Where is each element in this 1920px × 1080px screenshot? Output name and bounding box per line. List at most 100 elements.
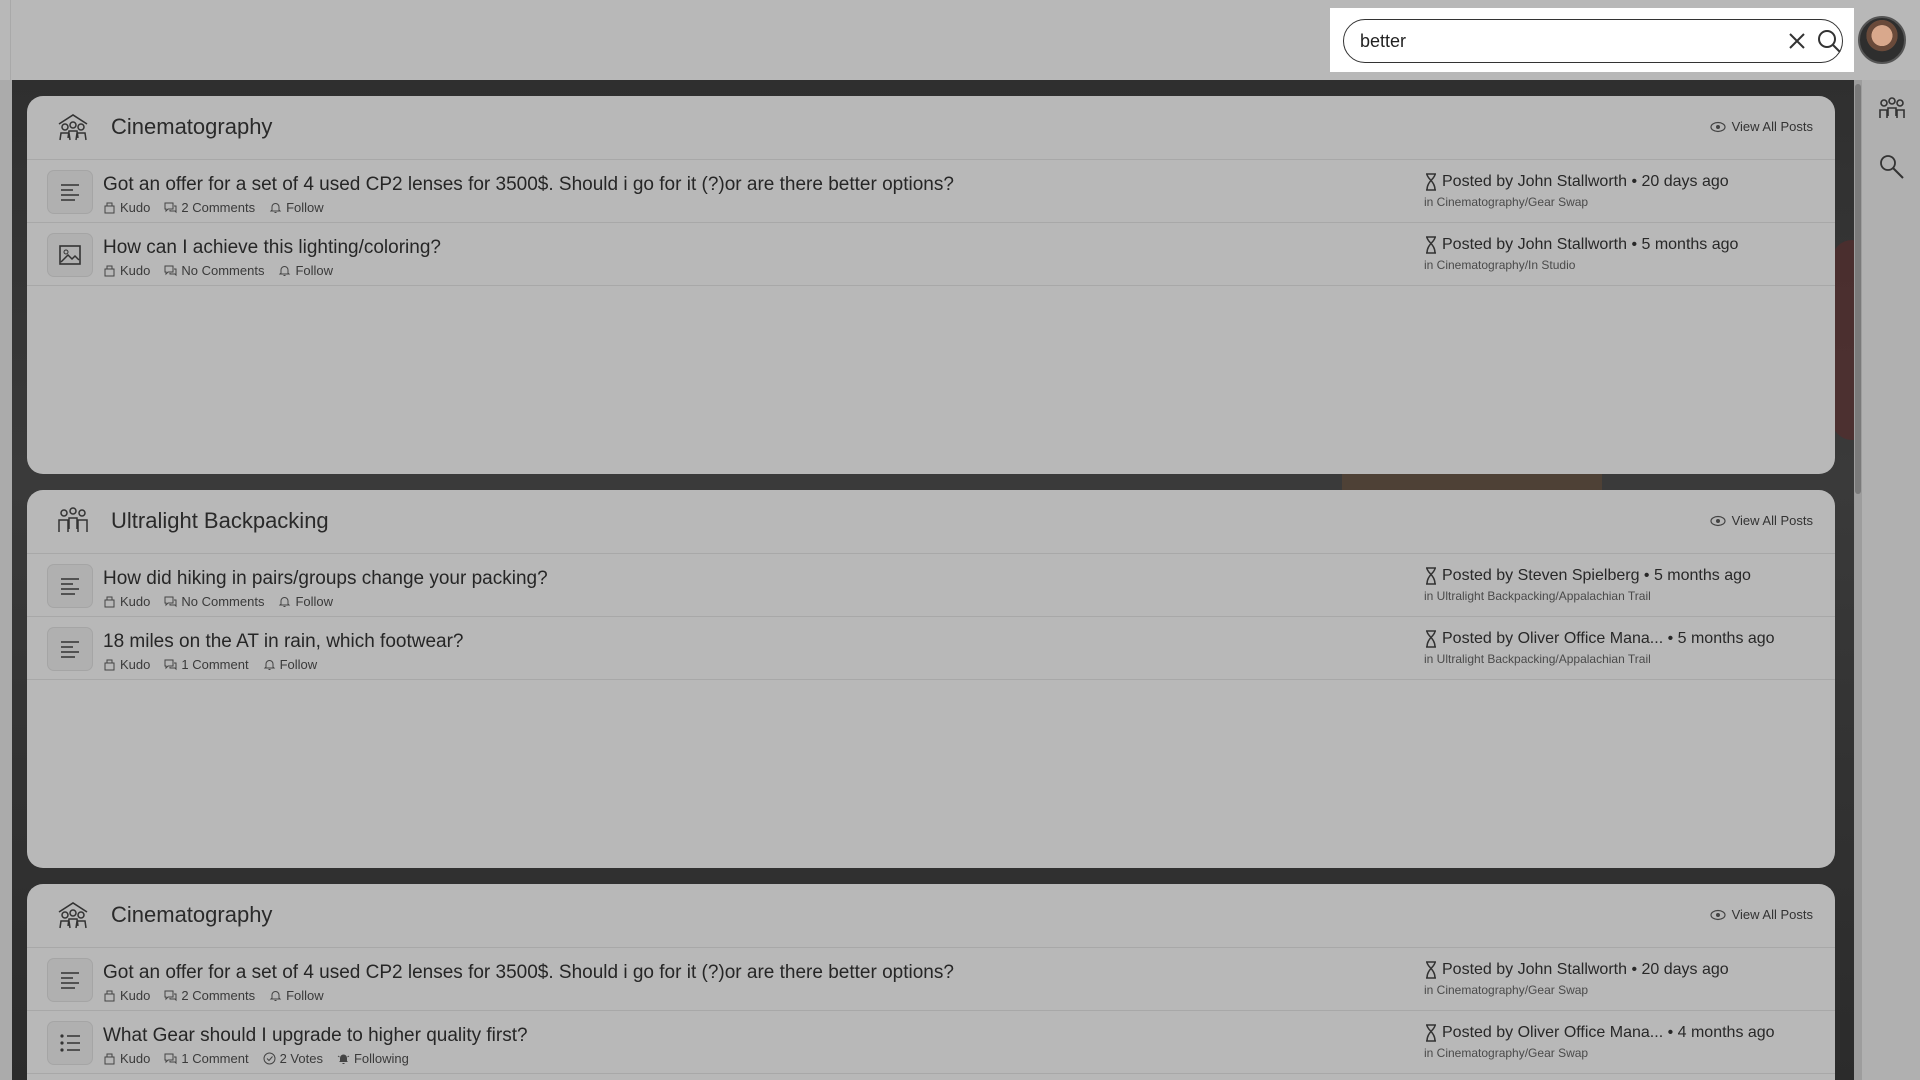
post-type-badge [48, 565, 92, 607]
byline-text: Posted by John Stallworth • 20 days ago [1442, 961, 1729, 978]
post-actions: Kudo No Comments Follow [103, 263, 333, 278]
community-card: Ultralight Backpacking View All Posts Ho… [27, 490, 1835, 868]
card-title[interactable]: Cinematography [111, 902, 272, 928]
post-type-badge [48, 171, 92, 213]
hourglass-icon [1426, 1024, 1436, 1042]
comments-label: 1 Comment [181, 657, 249, 672]
eye-icon [1709, 515, 1726, 526]
eye-icon [1709, 909, 1726, 920]
post-title[interactable]: How did hiking in pairs/groups change yo… [103, 568, 548, 590]
avatar[interactable] [1858, 16, 1906, 64]
kudo-button[interactable]: Kudo [103, 263, 150, 278]
post-type-badge [48, 959, 92, 1001]
follow-button[interactable]: Follow [269, 200, 324, 215]
post-title[interactable]: Got an offer for a set of 4 used CP2 len… [103, 962, 954, 984]
close-icon[interactable] [1786, 30, 1808, 52]
groups-icon[interactable] [1877, 96, 1907, 126]
post-byline: Posted by John Stallworth • 5 months ago [1424, 236, 1738, 254]
post-row[interactable]: What Gear should I upgrade to higher qua… [27, 1011, 1835, 1074]
post-location[interactable]: in Ultralight Backpacking/Appalachian Tr… [1424, 652, 1651, 666]
following-button[interactable]: Following [337, 1051, 409, 1066]
byline-text: Posted by John Stallworth • 5 months ago [1442, 236, 1739, 253]
comments-button[interactable]: 2 Comments [164, 200, 255, 215]
bell-filled-icon [337, 1054, 350, 1064]
text-post-icon [61, 184, 79, 201]
comments-label: 2 Comments [181, 988, 256, 1003]
card-header: Cinematography View All Posts [27, 96, 1835, 160]
post-title[interactable]: Got an offer for a set of 4 used CP2 len… [103, 174, 954, 196]
card-header: Ultralight Backpacking View All Posts [27, 490, 1835, 554]
search-input[interactable] [1360, 28, 1760, 54]
community-icon [58, 114, 88, 141]
post-title[interactable]: How can I achieve this lighting/coloring… [103, 237, 441, 259]
list-post-icon [60, 1034, 80, 1052]
search-panel [1330, 8, 1854, 72]
post-row[interactable]: Got an offer for a set of 4 used CP2 len… [27, 160, 1835, 223]
post-row[interactable]: Got an offer for a set of 4 used CP2 len… [27, 948, 1835, 1011]
votes-button[interactable]: 2 Votes [263, 1051, 323, 1066]
comments-button[interactable]: No Comments [164, 594, 264, 609]
view-all-posts-link[interactable]: View All Posts [1709, 119, 1813, 134]
kudo-label: Kudo [120, 200, 151, 215]
card-header: Cinematography View All Posts [27, 884, 1835, 948]
post-row[interactable]: How can I achieve this lighting/coloring… [27, 223, 1835, 286]
comments-label: 1 Comment [181, 1051, 249, 1066]
post-row[interactable]: 18 miles on the AT in rain, which footwe… [27, 617, 1835, 680]
eye-icon [1709, 121, 1726, 132]
bell-icon [269, 991, 282, 1001]
byline-text: Posted by John Stallworth • 20 days ago [1442, 173, 1729, 190]
comments-button[interactable]: 1 Comment [164, 657, 249, 672]
scrollbar-thumb[interactable] [1855, 84, 1861, 494]
post-byline: Posted by John Stallworth • 20 days ago [1424, 961, 1729, 979]
right-rail [1862, 80, 1920, 1080]
comments-label: 2 Comments [181, 200, 256, 215]
bell-icon [279, 597, 291, 607]
kudo-label: Kudo [120, 263, 151, 278]
kudo-button[interactable]: Kudo [103, 988, 150, 1003]
comment-icon [164, 1053, 177, 1065]
search-icon[interactable] [1816, 28, 1842, 54]
view-all-posts-link[interactable]: View All Posts [1709, 907, 1813, 922]
follow-label: Follow [295, 594, 334, 609]
post-location[interactable]: in Cinematography/Gear Swap [1424, 1046, 1588, 1060]
post-location[interactable]: in Cinematography/In Studio [1424, 258, 1575, 272]
search-box[interactable] [1343, 19, 1843, 63]
post-type-badge [48, 1022, 92, 1064]
kudo-button[interactable]: Kudo [103, 1051, 150, 1066]
view-all-posts-link[interactable]: View All Posts [1709, 513, 1813, 528]
kudo-icon [104, 1053, 115, 1065]
kudo-button[interactable]: Kudo [103, 200, 150, 215]
post-location[interactable]: in Ultralight Backpacking/Appalachian Tr… [1424, 589, 1651, 603]
card-title[interactable]: Ultralight Backpacking [111, 508, 329, 534]
following-label: Following [353, 1051, 409, 1066]
comments-button[interactable]: 1 Comment [164, 1051, 249, 1066]
hourglass-icon [1426, 236, 1436, 254]
kudo-icon [104, 659, 115, 671]
post-location[interactable]: in Cinematography/Gear Swap [1424, 983, 1588, 997]
post-title[interactable]: What Gear should I upgrade to higher qua… [103, 1025, 528, 1047]
kudo-label: Kudo [120, 988, 151, 1003]
kudo-button[interactable]: Kudo [103, 657, 150, 672]
post-location[interactable]: in Cinematography/Gear Swap [1424, 195, 1588, 209]
community-card: Cinematography View All Posts Got an off… [27, 884, 1835, 1080]
follow-button[interactable]: Follow [269, 988, 324, 1003]
community-icon [58, 507, 88, 532]
card-title[interactable]: Cinematography [111, 114, 272, 140]
follow-button[interactable]: Follow [263, 657, 317, 672]
post-title[interactable]: 18 miles on the AT in rain, which footwe… [103, 631, 464, 653]
kudo-label: Kudo [120, 594, 151, 609]
search-icon[interactable] [1877, 152, 1907, 182]
top-bar [0, 0, 1920, 80]
follow-button[interactable]: Follow [278, 263, 333, 278]
kudo-icon [104, 265, 115, 277]
hourglass-icon [1426, 961, 1436, 979]
comments-label: No Comments [181, 594, 265, 609]
post-row[interactable]: How did hiking in pairs/groups change yo… [27, 554, 1835, 617]
comments-button[interactable]: No Comments [164, 263, 264, 278]
comments-button[interactable]: 2 Comments [164, 988, 255, 1003]
hourglass-icon [1426, 567, 1436, 585]
text-post-icon [61, 641, 79, 658]
follow-button[interactable]: Follow [278, 594, 333, 609]
image-post-icon [59, 245, 81, 265]
kudo-button[interactable]: Kudo [103, 594, 150, 609]
